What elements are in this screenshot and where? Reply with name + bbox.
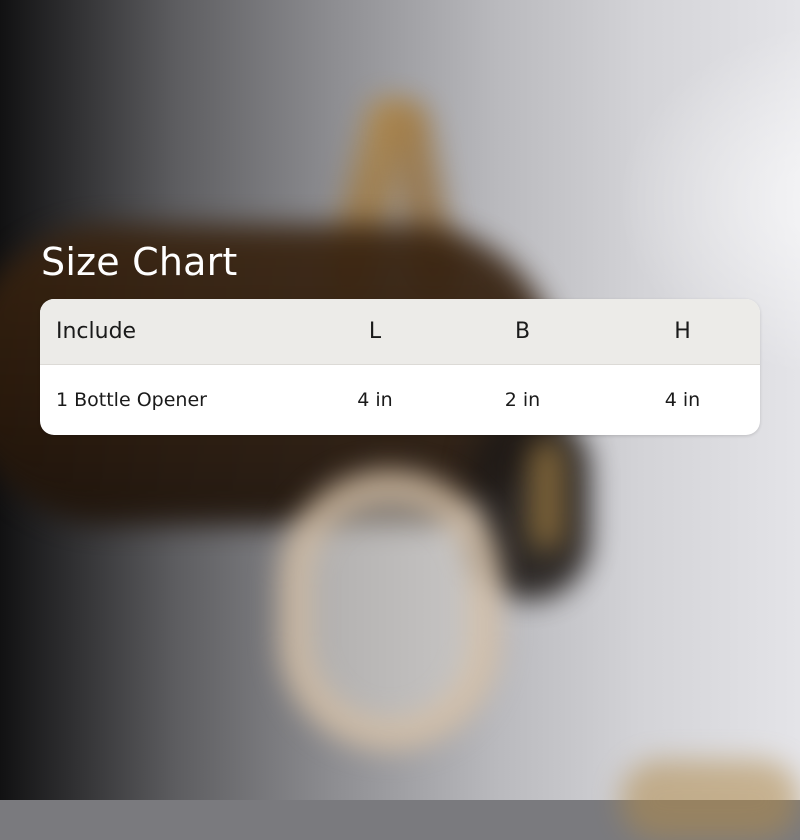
cell-height: 4 in xyxy=(664,389,701,411)
table-header-row: Include L B H xyxy=(40,299,760,365)
corner-object-blur xyxy=(620,760,800,840)
table-row: 1 Bottle Opener 4 in 2 in 4 in xyxy=(40,365,760,435)
bottle-opener-blur xyxy=(280,470,500,750)
header-height: H xyxy=(674,319,691,344)
header-length: L xyxy=(368,319,382,344)
cell-include: 1 Bottle Opener xyxy=(56,389,207,411)
header-breadth: B xyxy=(514,319,531,344)
header-include: Include xyxy=(56,319,137,344)
page-title: Size Chart xyxy=(41,240,238,284)
cell-breadth: 2 in xyxy=(504,389,541,411)
cell-length: 4 in xyxy=(357,389,393,411)
cap-highlight-blur xyxy=(530,440,564,550)
size-chart-table: Include L B H 1 Bottle Opener 4 in 2 in … xyxy=(40,299,760,435)
